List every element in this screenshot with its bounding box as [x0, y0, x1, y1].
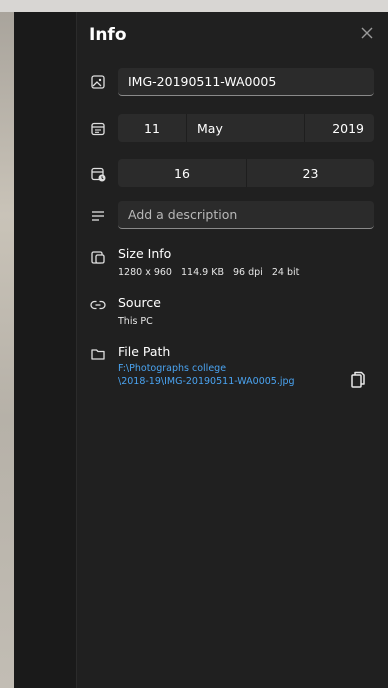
source-label: Source — [118, 295, 161, 310]
year-select[interactable]: 2019 — [305, 114, 374, 142]
dimensions-value: 1280 x 960 — [118, 267, 172, 278]
info-panel: Info IMG-20190511-WA0005 11 May 2019 16 … — [76, 12, 388, 688]
window-top-edge — [0, 0, 388, 12]
dpi-value: 96 dpi — [233, 267, 263, 278]
minute-value: 23 — [302, 165, 319, 181]
info-panel-title: Info — [89, 25, 127, 45]
folder-icon — [90, 346, 106, 362]
calendar-icon — [90, 121, 106, 137]
link-icon — [90, 297, 106, 313]
clock-calendar-icon — [90, 166, 106, 182]
photo-viewer-background — [14, 12, 76, 688]
copy-icon[interactable] — [349, 370, 367, 390]
month-select[interactable]: May — [187, 114, 304, 142]
file-name-input[interactable]: IMG-20190511-WA0005 — [118, 68, 374, 96]
image-icon — [90, 74, 106, 90]
file-path-label: File Path — [118, 344, 171, 359]
bit-depth-value: 24 bit — [271, 267, 300, 278]
text-lines-icon — [90, 208, 106, 224]
file-path-link-line-2[interactable]: \2018-19\IMG-20190511-WA0005.jpg — [118, 375, 295, 388]
source-value: This PC — [118, 316, 153, 327]
close-icon[interactable] — [360, 26, 374, 40]
description-placeholder: Add a description — [128, 207, 238, 222]
file-size-value: 114.9 KB — [181, 267, 224, 278]
date-picker: 11 May 2019 — [118, 114, 374, 142]
hour-value: 16 — [174, 165, 190, 181]
file-name-value: IMG-20190511-WA0005 — [128, 74, 277, 89]
minute-select[interactable]: 23 — [247, 159, 374, 187]
year-value: 2019 — [332, 120, 364, 136]
day-value: 11 — [144, 120, 160, 136]
size-info-details: 1280 x 960 114.9 KB 96 dpi 24 bit — [118, 267, 299, 278]
description-input[interactable]: Add a description — [118, 201, 374, 229]
hour-select[interactable]: 16 — [118, 159, 246, 187]
photos-window: Info IMG-20190511-WA0005 11 May 2019 16 … — [0, 0, 388, 688]
size-info-icon — [90, 249, 106, 265]
photo-preview-edge — [0, 12, 14, 688]
day-select[interactable]: 11 — [118, 114, 186, 142]
time-picker: 16 23 — [118, 159, 374, 187]
size-info-label: Size Info — [118, 246, 172, 261]
file-path-link-line-1[interactable]: F:\Photographs college — [118, 362, 226, 375]
month-value: May — [197, 120, 223, 136]
